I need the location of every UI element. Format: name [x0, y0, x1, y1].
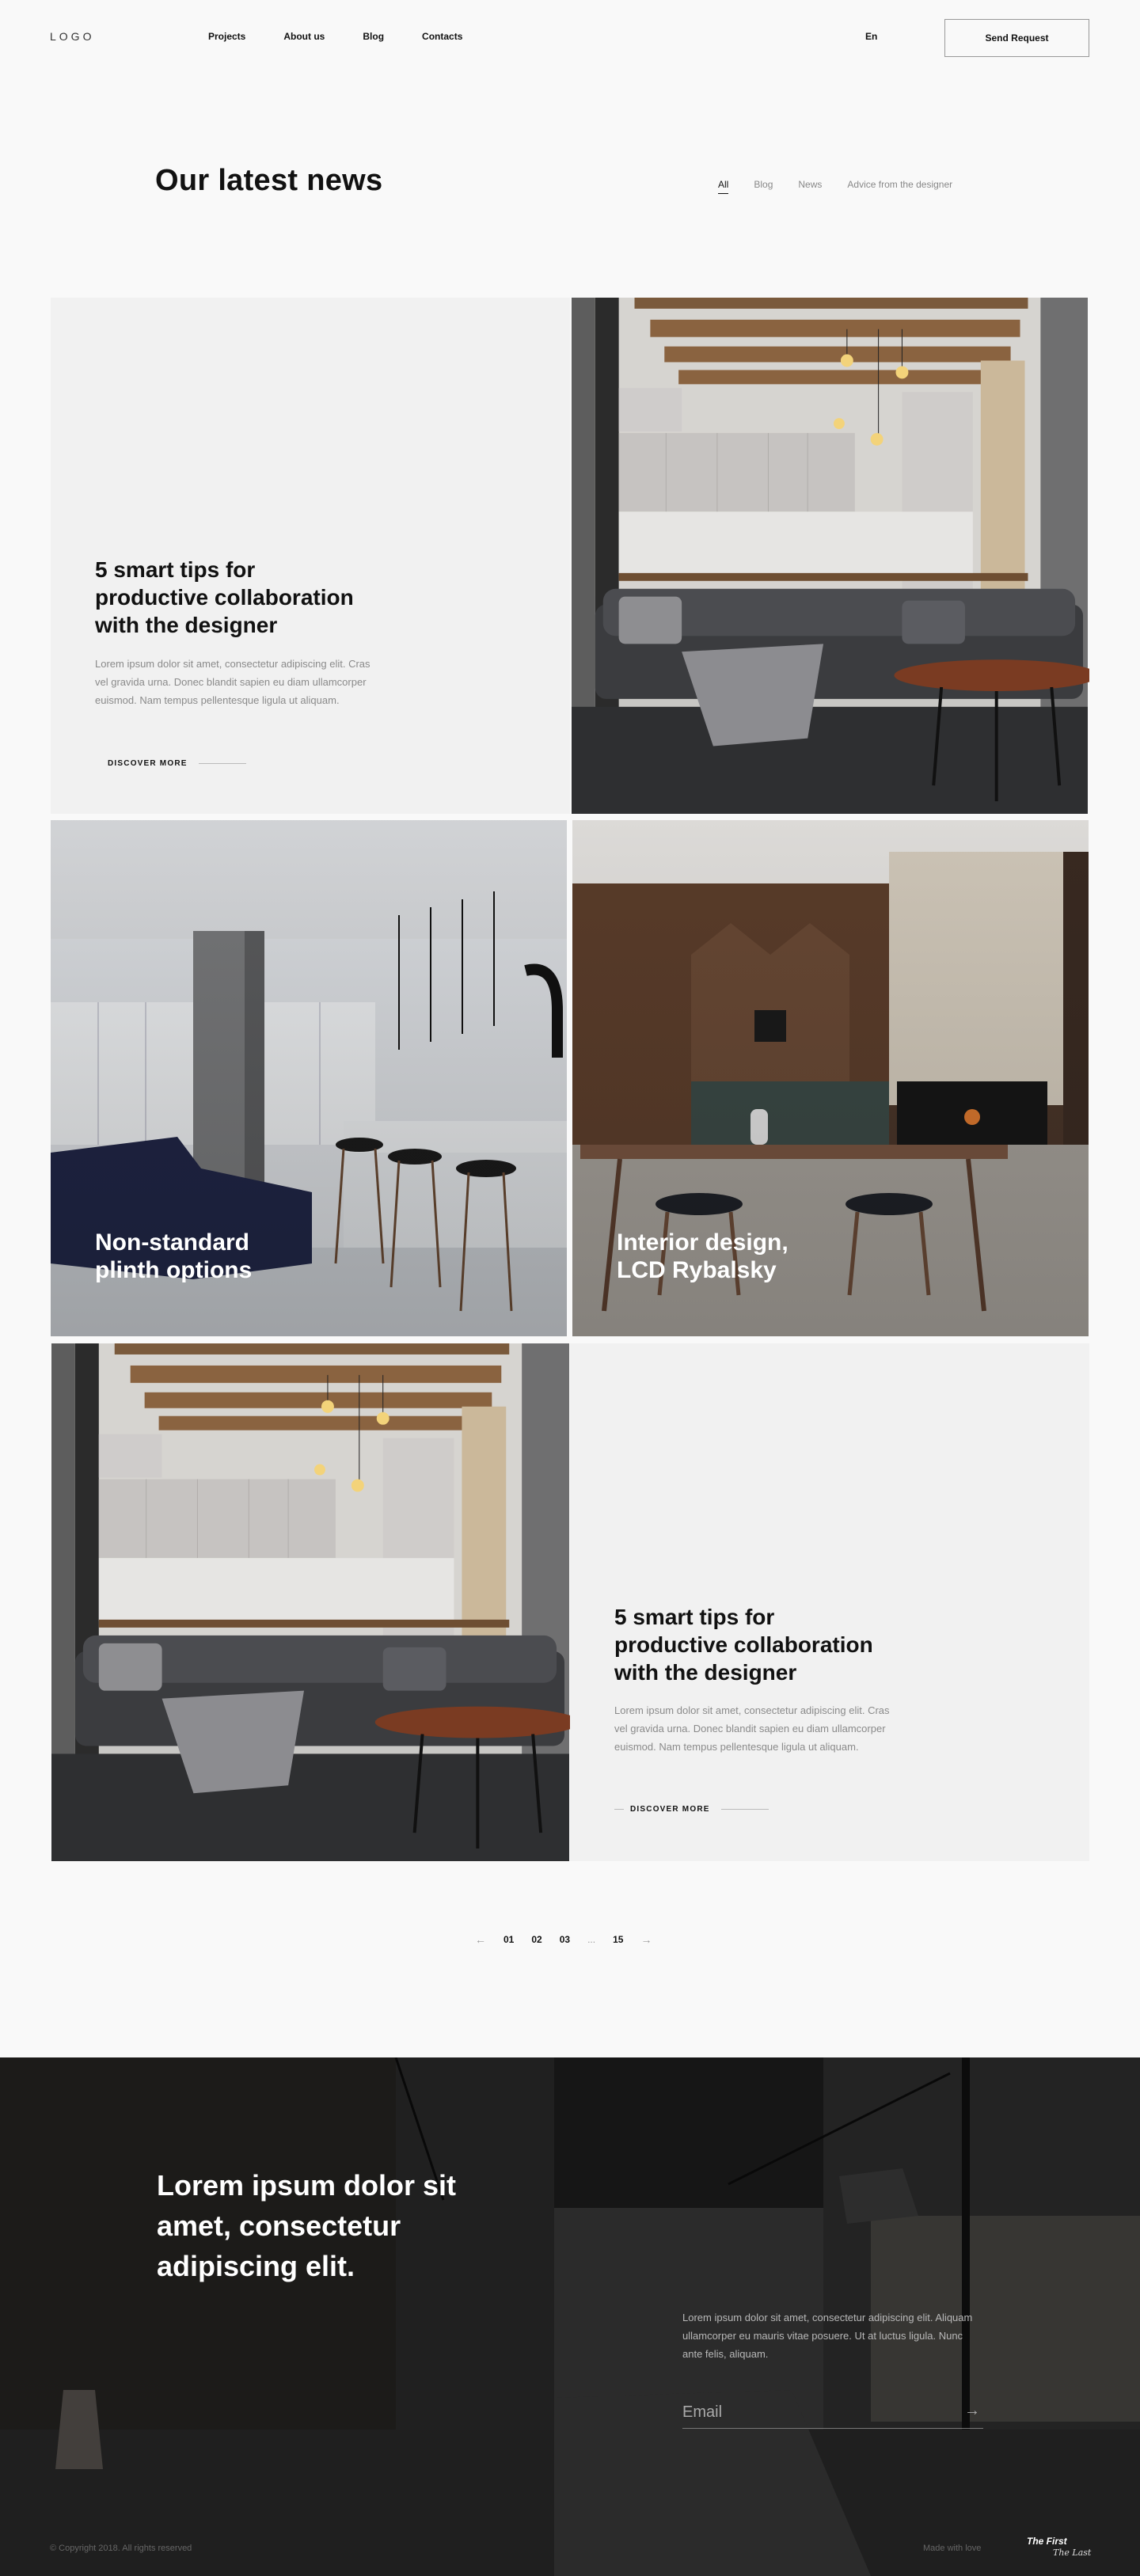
nav-projects[interactable]: Projects [208, 31, 245, 42]
filter-news[interactable]: News [798, 179, 822, 194]
site-footer: Lorem ipsum dolor sit amet, consectetur … [0, 2057, 1140, 2576]
page-01[interactable]: 01 [504, 1934, 514, 1945]
card-excerpt: Lorem ipsum dolor sit amet, consectetur … [614, 1704, 890, 1753]
card-title: 5 smart tips for productive collaboratio… [614, 1605, 873, 1685]
news-photo-living-room-2[interactable] [51, 1343, 570, 1861]
next-page-arrow-icon[interactable]: → [640, 1933, 652, 1946]
language-switcher[interactable]: En [865, 31, 877, 42]
made-with-love: Made with love [923, 2544, 982, 2553]
filter-blog[interactable]: Blog [754, 179, 773, 194]
site-header: LOGO Projects About us Blog Contacts En … [0, 0, 1140, 76]
card-excerpt: Lorem ipsum dolor sit amet, consectetur … [95, 658, 370, 706]
page-03[interactable]: 03 [560, 1934, 570, 1945]
nav-blog[interactable]: Blog [363, 31, 384, 42]
studio-brand-line-1[interactable]: The First [1027, 2536, 1067, 2547]
page-15[interactable]: 15 [613, 1934, 623, 1945]
link-lead-line [614, 1809, 624, 1810]
email-subscribe-form: → [682, 2397, 983, 2429]
email-input[interactable] [682, 2400, 952, 2424]
filter-advice[interactable]: Advice from the designer [847, 179, 952, 194]
page-02[interactable]: 02 [531, 1934, 542, 1945]
link-underline [720, 1809, 769, 1810]
card-title: Non-standard plinth options [95, 1229, 253, 1283]
news-filter-tabs: All Blog News Advice from the designer [718, 179, 952, 194]
pagination: ← 01 02 03 ... 15 → [475, 1933, 652, 1946]
link-underline [198, 763, 246, 764]
page-title: Our latest news [155, 164, 383, 197]
logo[interactable]: LOGO [50, 30, 94, 43]
card-title: Interior design, LCD Rybalsky [617, 1229, 788, 1283]
copyright: © Copyright 2018. All rights reserved [50, 2544, 192, 2553]
news-card-feature-1[interactable]: 5 smart tips for productive collaboratio… [51, 298, 570, 814]
pagination-ellipsis: ... [587, 1934, 596, 1945]
nav-about-us[interactable]: About us [283, 31, 325, 42]
news-photo-living-room[interactable] [570, 298, 1089, 814]
card-title: 5 smart tips for productive collaboratio… [95, 557, 354, 637]
submit-arrow-icon[interactable]: → [964, 2402, 980, 2420]
prev-page-arrow-icon[interactable]: ← [475, 1933, 486, 1946]
living-room-image [570, 298, 1089, 814]
living-room-image [51, 1343, 570, 1861]
news-card-feature-2[interactable]: 5 smart tips for productive collaboratio… [570, 1343, 1089, 1861]
news-card-plinth[interactable]: Non-standard plinth options [51, 820, 567, 1336]
discover-more-link[interactable]: DISCOVER MORE [108, 759, 246, 768]
send-request-button[interactable]: Send Request [944, 19, 1089, 57]
news-card-interior-design[interactable]: Interior design, LCD Rybalsky [572, 820, 1089, 1336]
discover-more-link[interactable]: DISCOVER MORE [614, 1805, 769, 1814]
studio-brand-line-2[interactable]: The Last [1053, 2548, 1091, 2558]
main-nav: Projects About us Blog Contacts [208, 31, 462, 42]
nav-contacts[interactable]: Contacts [422, 31, 462, 42]
footer-description: Lorem ipsum dolor sit amet, consectetur … [682, 2312, 973, 2360]
footer-headline: Lorem ipsum dolor sit amet, consectetur … [157, 2169, 457, 2282]
filter-all[interactable]: All [718, 179, 729, 194]
